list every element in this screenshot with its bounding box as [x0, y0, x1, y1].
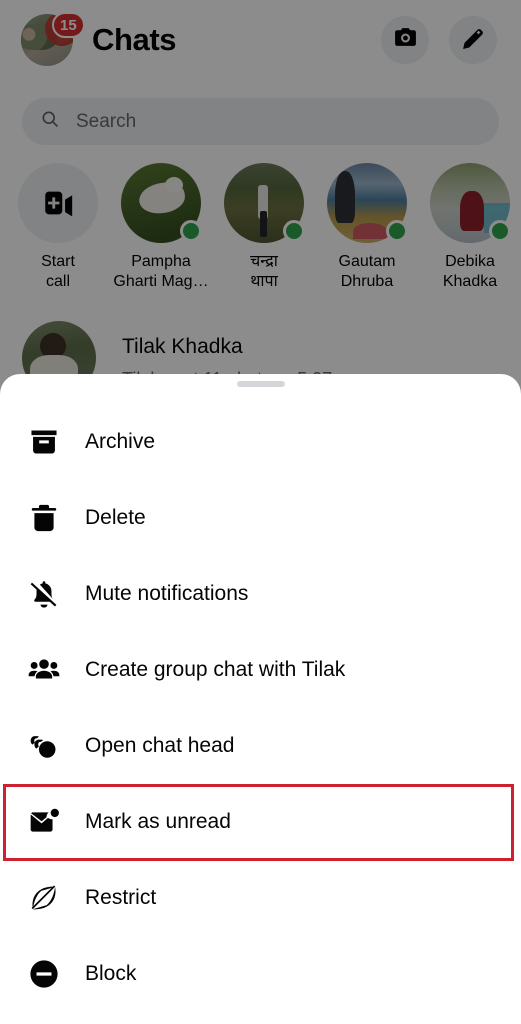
menu-item-label: Mute notifications [85, 582, 249, 605]
menu-item-block[interactable]: Block [0, 936, 521, 1012]
block-icon [22, 952, 66, 996]
menu-item-mute-notifications[interactable]: Mute notifications [0, 556, 521, 632]
menu-item-label: Restrict [85, 886, 157, 909]
envelope-unread-icon [22, 800, 66, 844]
menu-item-label: Open chat head [85, 734, 235, 757]
trash-icon [22, 496, 66, 540]
app-root: 15 Chats Search Start call Pampha Gharti… [0, 0, 521, 1024]
menu-item-label: Mark as unread [85, 810, 231, 833]
restrict-icon [22, 876, 66, 920]
chat-head-icon [22, 724, 66, 768]
menu-item-archive[interactable]: Archive [0, 404, 521, 480]
archive-icon [22, 420, 66, 464]
people-group-icon [22, 648, 66, 692]
menu-item-delete[interactable]: Delete [0, 480, 521, 556]
chat-actions-bottom-sheet: Archive Delete Mute notifications Create… [0, 374, 521, 1024]
action-menu: Archive Delete Mute notifications Create… [0, 404, 521, 1012]
menu-item-mark-as-unread[interactable]: Mark as unread [0, 784, 521, 861]
menu-item-create-group-chat[interactable]: Create group chat with Tilak [0, 632, 521, 708]
menu-item-label: Archive [85, 430, 156, 453]
menu-item-label: Create group chat with Tilak [85, 658, 346, 681]
menu-item-restrict[interactable]: Restrict [0, 860, 521, 936]
menu-item-label: Block [85, 962, 137, 985]
menu-item-open-chat-head[interactable]: Open chat head [0, 708, 521, 784]
bell-slash-icon [22, 572, 66, 616]
menu-item-label: Delete [85, 506, 146, 529]
drag-handle[interactable] [236, 381, 285, 387]
